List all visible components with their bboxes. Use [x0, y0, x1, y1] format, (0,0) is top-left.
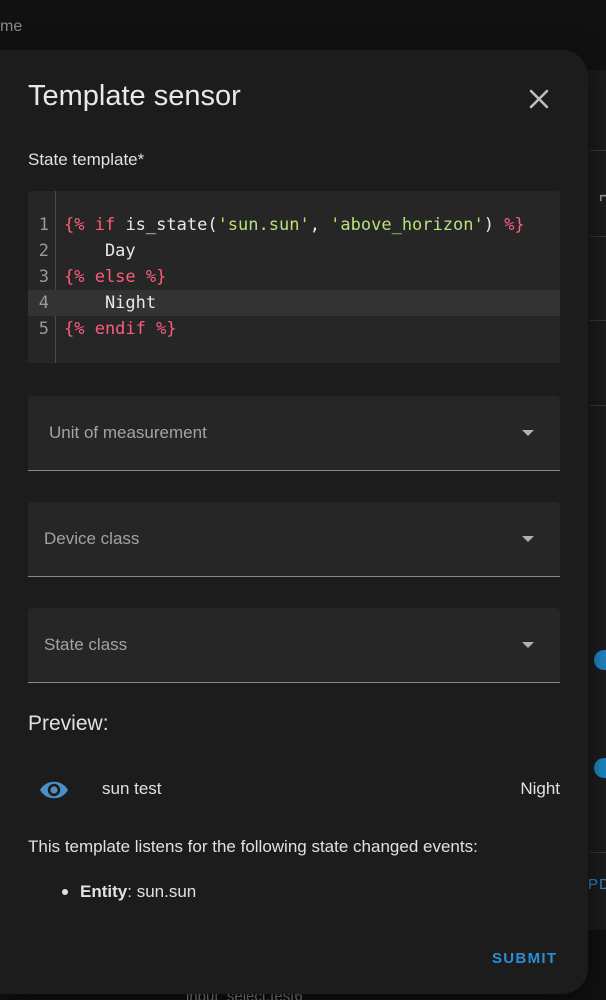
code-line[interactable]: 5 {% endif %}	[28, 316, 560, 342]
code-text: Day	[64, 238, 136, 264]
code-token: )	[483, 215, 505, 235]
select-label: Unit of measurement	[49, 423, 207, 442]
background-divider	[590, 150, 606, 151]
background-divider	[590, 405, 606, 406]
code-text: {% else %}	[64, 264, 166, 290]
line-number: 2	[38, 241, 49, 261]
line-number: 3	[38, 267, 49, 287]
preview-entity-state: Night	[520, 779, 560, 798]
state-template-editor[interactable]: 1 {% if is_state('sun.sun', 'above_horizo…	[28, 191, 560, 363]
code-text: {% if is_state('sun.sun', 'above_horizon…	[64, 212, 525, 238]
code-token: {% else %}	[64, 267, 167, 287]
code-token: %}	[504, 215, 525, 235]
device-class-select[interactable]: Device class	[28, 502, 560, 577]
entity-label: Entity	[80, 882, 128, 901]
preview-title: Preview:	[28, 712, 109, 735]
line-number: 1	[38, 215, 49, 235]
list-item: Entity: sun.sun	[80, 882, 197, 901]
state-template-label: State template*	[28, 150, 145, 169]
background-divider	[590, 320, 606, 321]
code-text: Night	[64, 290, 156, 316]
code-token: ,	[309, 215, 331, 235]
chevron-down-icon	[522, 430, 534, 436]
line-number: 4	[38, 293, 49, 313]
dialog-title: Template sensor	[28, 80, 241, 112]
template-sensor-dialog: Template sensor State template* 1 {% if i…	[0, 50, 588, 994]
code-token: Day	[64, 241, 136, 261]
page: me ⌐ PD input_select.test6 Template sens…	[0, 0, 606, 1000]
background-text: me	[0, 18, 23, 35]
select-label: Device class	[44, 529, 140, 548]
submit-button[interactable]: SUBMIT	[488, 946, 561, 971]
code-token: {% endif %}	[64, 319, 177, 339]
code-text: {% endif %}	[64, 316, 177, 342]
code-token: if	[94, 215, 126, 235]
background-divider	[590, 236, 606, 237]
list-bullet	[62, 889, 68, 895]
unit-of-measurement-select[interactable]: Unit of measurement	[28, 396, 560, 471]
code-line[interactable]: 2 Day	[28, 238, 560, 264]
select-label: State class	[44, 635, 128, 654]
close-icon	[529, 89, 549, 109]
code-line[interactable]: 4 Night	[28, 290, 560, 316]
chevron-down-icon	[522, 536, 534, 542]
line-number: 5	[38, 319, 49, 339]
code-line[interactable]: 3 {% else %}	[28, 264, 560, 290]
preview-entity-name[interactable]: sun test	[102, 779, 162, 799]
code-line[interactable]: 1 {% if is_state('sun.sun', 'above_horizo…	[28, 212, 560, 238]
listens-description: This template listens for the following …	[28, 837, 478, 856]
eye-icon	[40, 781, 68, 799]
background-link[interactable]: PD	[588, 876, 606, 893]
code-token: {%	[64, 215, 95, 235]
background-divider	[590, 852, 606, 853]
code-token: 'sun.sun'	[217, 215, 310, 235]
close-button[interactable]	[520, 80, 558, 118]
background-icon: ⌐	[599, 183, 606, 208]
code-token: is_state(	[125, 215, 218, 235]
entity-value: sun.sun	[136, 882, 197, 901]
code-token: 'above_horizon'	[330, 215, 484, 235]
chevron-down-icon	[522, 642, 534, 648]
state-class-select[interactable]: State class	[28, 608, 560, 683]
code-token: Night	[64, 293, 157, 313]
